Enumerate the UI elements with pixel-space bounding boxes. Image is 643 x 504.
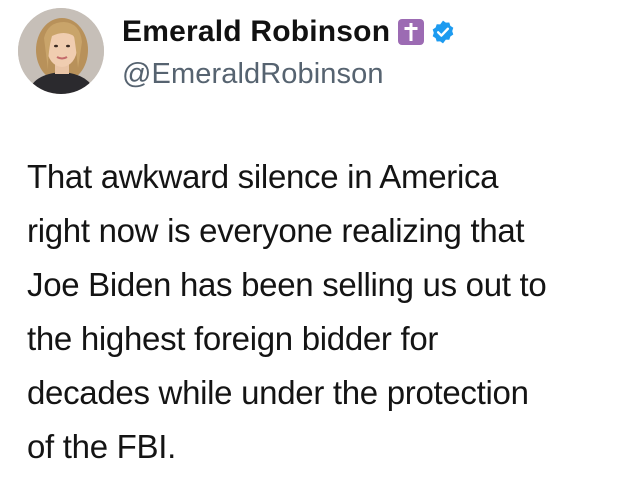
tweet-text-line: the highest foreign bidder for [27, 320, 439, 357]
profile-photo-icon [18, 8, 104, 94]
name-row: Emerald Robinson [122, 12, 456, 52]
user-names: Emerald Robinson @EmeraldRobinson [122, 12, 456, 91]
tweet-header: Emerald Robinson @EmeraldRobinson [18, 8, 456, 100]
latin-cross-icon [398, 19, 425, 45]
avatar[interactable] [18, 8, 104, 94]
tweet-card: Emerald Robinson @EmeraldRobinson That a… [0, 0, 643, 504]
tweet-text-line: That awkward silence in America [27, 158, 499, 195]
tweet-text-line: Joe Biden has been selling us out to [27, 266, 547, 303]
tweet-text-line: decades while under the protection [27, 374, 529, 411]
tweet-text: That awkward silence in America right no… [27, 150, 637, 474]
tweet-text-line: right now is everyone realizing that [27, 212, 525, 249]
user-handle[interactable]: @EmeraldRobinson [122, 58, 456, 91]
display-name[interactable]: Emerald Robinson [122, 15, 390, 49]
verified-check-icon [430, 19, 456, 45]
tweet-text-line: of the FBI. [27, 428, 176, 465]
